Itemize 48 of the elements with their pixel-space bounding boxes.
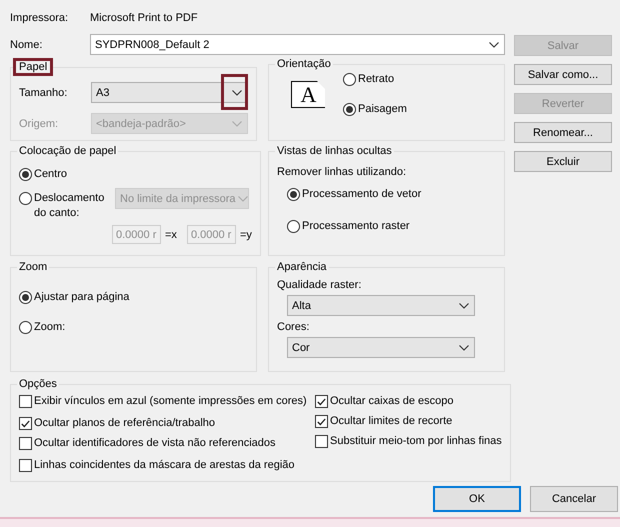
group-title: Colocação de papel bbox=[18, 145, 118, 157]
field-label: Tamanho: bbox=[19, 86, 68, 98]
field-label: Origem: bbox=[19, 118, 60, 130]
dropdown[interactable]: SYDPRN008_Default 2 bbox=[90, 34, 505, 55]
checkbox[interactable]: Linhas coincidentes da máscara de arestas da região bbox=[19, 458, 294, 473]
field-label: Impressora: bbox=[10, 12, 70, 24]
field-label: Qualidade raster: bbox=[277, 279, 362, 291]
checkbox[interactable]: Substituir meio-tom por linhas finas bbox=[315, 434, 502, 449]
landscape-page-icon: A bbox=[291, 81, 325, 108]
axis-label: =x bbox=[165, 228, 177, 240]
checkbox[interactable]: Ocultar caixas de escopo bbox=[315, 394, 454, 409]
dialog-button[interactable]: Renomear... bbox=[514, 122, 612, 143]
radio-button[interactable]: Paisagem bbox=[343, 102, 407, 117]
group-title: Opções bbox=[18, 378, 58, 390]
checkbox[interactable]: Ocultar identificadores de vista não referenciados bbox=[19, 436, 276, 451]
group-title: Zoom bbox=[18, 261, 48, 273]
radio-button[interactable]: Processamento de vetor bbox=[287, 187, 422, 202]
chevron-down-icon bbox=[459, 344, 469, 350]
group-title: Vistas de linhas ocultas bbox=[276, 145, 393, 157]
group-title: Aparência bbox=[276, 261, 328, 273]
radio-button[interactable]: Ajustar para página bbox=[19, 290, 130, 305]
dropdown[interactable]: A3 bbox=[91, 82, 248, 103]
group-title: Orientação bbox=[276, 58, 332, 70]
chevron-down-icon bbox=[232, 90, 242, 96]
checkbox[interactable]: Exibir vínculos em azul (somente impressões em cores) bbox=[19, 394, 307, 409]
radio-button[interactable]: Processamento raster bbox=[287, 219, 410, 234]
dropdown[interactable]: Cor bbox=[287, 337, 475, 358]
checkbox[interactable]: Ocultar limites de recorte bbox=[315, 414, 452, 429]
radio-button[interactable]: Centro bbox=[19, 167, 68, 182]
dialog-button[interactable]: Excluir bbox=[514, 151, 612, 172]
checkbox[interactable]: Ocultar planos de referência/trabalho bbox=[19, 416, 215, 431]
printer-name: Microsoft Print to PDF bbox=[90, 12, 198, 24]
chevron-down-icon bbox=[238, 196, 248, 202]
dialog-button[interactable]: Salvar como... bbox=[514, 64, 612, 85]
radio-button[interactable]: Retrato bbox=[343, 72, 394, 87]
axis-label: =y bbox=[240, 228, 252, 240]
dialog-button[interactable]: Cancelar bbox=[530, 486, 618, 512]
field-label: Nome: bbox=[10, 38, 44, 50]
instruction-text: Remover linhas utilizando: bbox=[277, 166, 408, 178]
field-label: Cores: bbox=[277, 321, 310, 333]
dropdown[interactable]: Alta bbox=[287, 295, 475, 316]
radio-button[interactable]: Zoom: bbox=[19, 320, 66, 335]
chevron-down-icon bbox=[232, 120, 242, 126]
radio-button[interactable]: Deslocamento do canto: bbox=[19, 191, 109, 221]
chevron-down-icon bbox=[459, 302, 469, 308]
chevron-down-icon bbox=[489, 42, 499, 48]
group-title: Papel bbox=[13, 58, 54, 76]
dialog-button[interactable]: OK bbox=[433, 486, 521, 512]
